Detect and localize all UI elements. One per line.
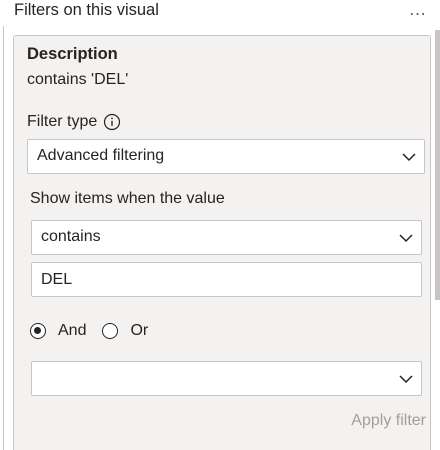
apply-filter-button[interactable]: Apply filter [332,412,426,434]
filter-card: Description contains 'DEL' Filter type A… [13,35,431,450]
filter-type-label: Filter type [27,113,98,130]
or-radio-label: Or [130,322,149,339]
condition1-operator-value: contains [41,228,101,245]
pane-left-border [3,26,4,450]
filter-type-dropdown[interactable]: Advanced filtering [27,139,425,174]
pane-header: Filters on this visual … [0,0,440,26]
pane-scrollbar[interactable] [435,30,440,300]
show-items-label: Show items when the value [30,190,225,207]
filter-type-value: Advanced filtering [37,147,165,164]
chevron-down-icon [399,375,413,384]
condition2-operator-dropdown[interactable] [31,361,422,396]
filter-type-row: Filter type [27,111,121,133]
condition1-operator-dropdown[interactable]: contains [31,220,422,255]
pane-title: Filters on this visual [14,1,159,19]
or-radio-circle[interactable] [102,323,119,339]
chevron-down-icon [399,234,413,243]
and-radio[interactable]: And [30,322,86,340]
info-icon[interactable] [103,113,121,131]
chevron-down-icon [402,153,416,162]
and-radio-circle[interactable] [30,323,46,339]
more-options-icon[interactable]: … [406,0,430,22]
or-radio[interactable]: Or [102,322,148,340]
and-radio-label: And [58,322,87,339]
logic-operator-group: And Or [30,320,148,342]
condition1-value-input[interactable] [31,262,422,297]
filter-field-name: Description [27,45,118,63]
filter-pane: Filters on this visual … Description con… [0,0,440,450]
filter-summary: contains 'DEL' [27,71,129,88]
